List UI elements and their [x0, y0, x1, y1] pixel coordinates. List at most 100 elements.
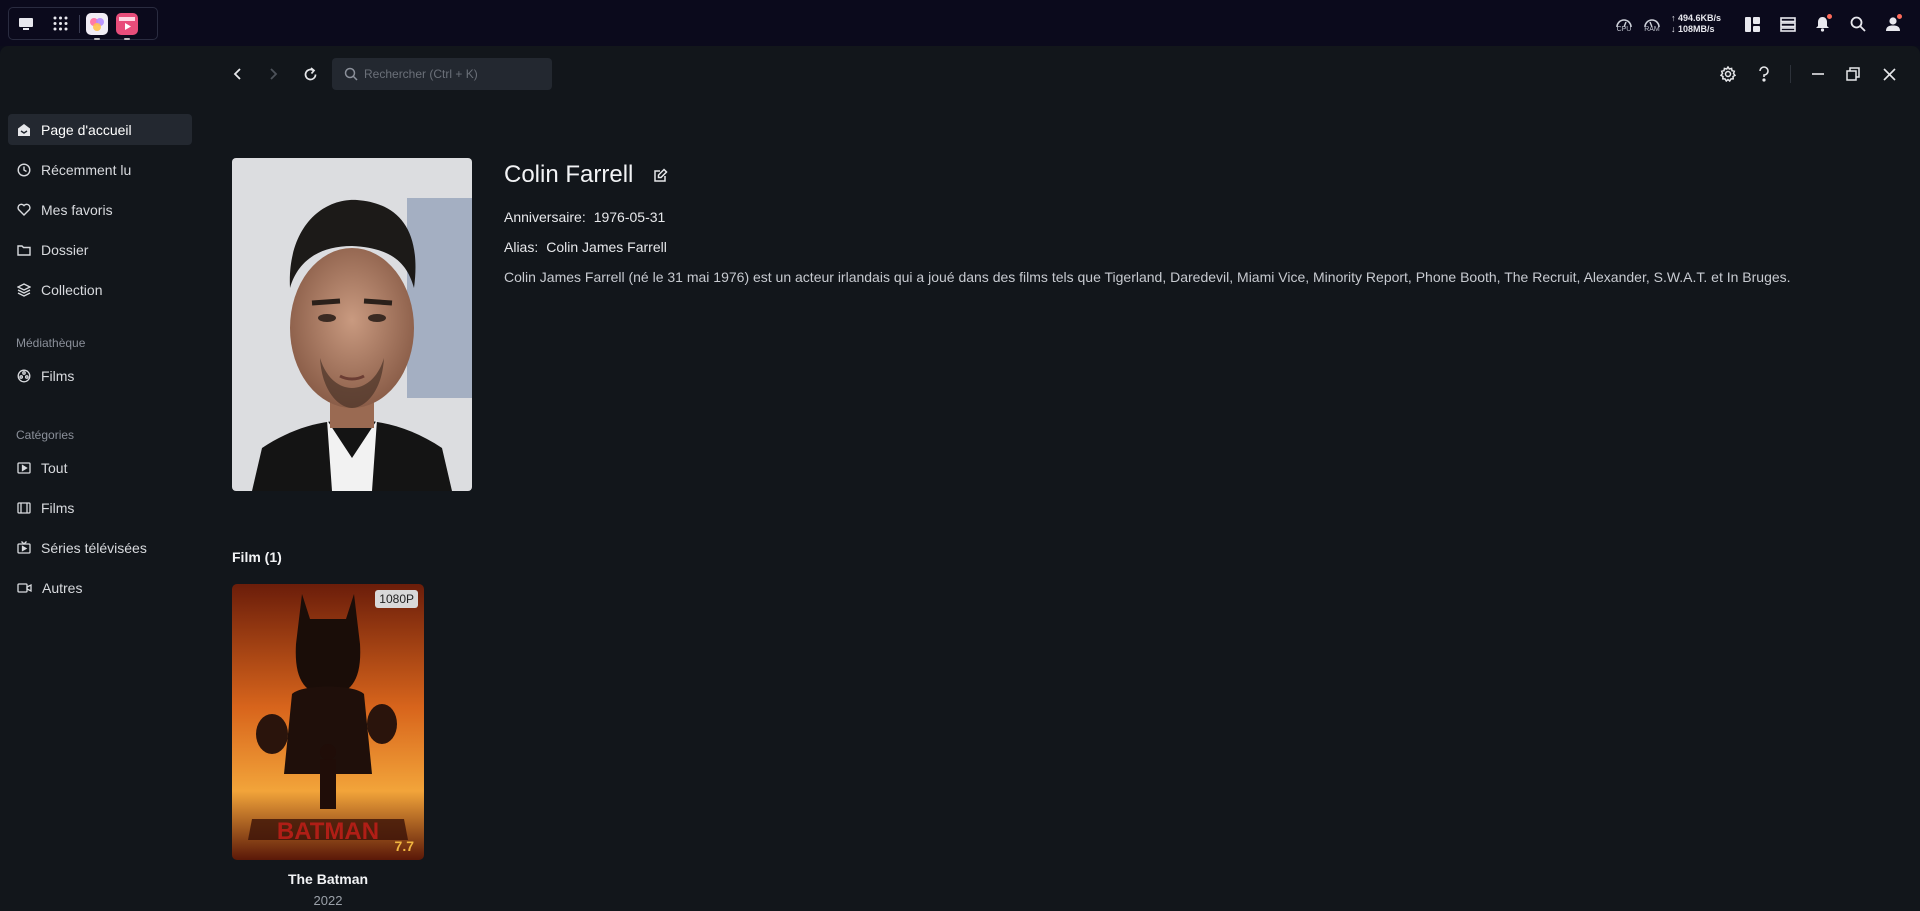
search-input[interactable] — [364, 67, 544, 81]
help-button[interactable] — [1751, 61, 1777, 87]
close-button[interactable] — [1876, 61, 1902, 87]
video-app-icon[interactable] — [116, 12, 138, 40]
sidebar-item-label: Films — [41, 499, 75, 516]
forward-button[interactable] — [260, 61, 286, 87]
film-strip-icon — [17, 501, 31, 514]
sidebar-item-label: Films — [41, 367, 75, 384]
edit-person-button[interactable] — [650, 165, 670, 185]
ram-meter[interactable]: RAM — [1639, 16, 1665, 33]
sidebar-item-others[interactable]: Autres — [8, 572, 192, 603]
tv-icon — [17, 541, 31, 554]
sidebar-item-label: Récemment lu — [41, 161, 132, 178]
birthday-value: 1976-05-31 — [593, 209, 666, 225]
app-toolbar — [0, 46, 1920, 102]
sliders-icon — [1779, 16, 1796, 32]
sidebar-item-recently-read[interactable]: Récemment lu — [8, 154, 192, 185]
toolbar-divider — [1790, 65, 1791, 83]
minimize-button[interactable] — [1805, 61, 1831, 87]
chevron-left-icon — [233, 68, 241, 80]
taskbar-launcher — [8, 7, 158, 40]
sidebar-item-favorites[interactable]: Mes favoris — [8, 194, 192, 225]
running-indicator — [94, 37, 100, 40]
sidebar-item-label: Tout — [41, 459, 68, 476]
ram-label: RAM — [1644, 25, 1660, 33]
notification-badge — [1826, 13, 1833, 20]
birthday-label: Anniversaire: — [504, 209, 586, 225]
widgets-button[interactable] — [1735, 9, 1770, 39]
global-search-button[interactable] — [1840, 9, 1875, 39]
network-speed[interactable]: ↑ 494.6KB/s ↓ 108MB/s — [1671, 13, 1721, 35]
question-icon — [1759, 66, 1769, 82]
close-icon — [1882, 67, 1896, 81]
refresh-button[interactable] — [297, 61, 323, 87]
back-button[interactable] — [225, 61, 251, 87]
sidebar-item-label: Collection — [41, 281, 103, 298]
sidebar-item-all[interactable]: Tout — [8, 452, 192, 483]
movie-year: 2022 — [313, 893, 343, 908]
section-header-categories: Catégories — [16, 428, 75, 442]
cpu-label: CPU — [1616, 25, 1632, 33]
running-indicator — [124, 37, 130, 40]
alias-row: Alias: Colin James Farrell — [504, 239, 667, 255]
person-biography: Colin James Farrell (né le 31 mai 1976) … — [504, 269, 1791, 285]
system-tray: CPU RAM ↑ 494.6KB/s ↓ 108MB/s — [1611, 9, 1910, 39]
resolution-badge: 1080P — [375, 590, 418, 608]
edit-icon — [653, 167, 668, 182]
rating-value: 7.7 — [394, 838, 414, 854]
media-app-window: Page d'accueil Récemment lu Mes favoris … — [0, 46, 1920, 911]
restore-icon — [1846, 67, 1860, 81]
person-portrait — [232, 158, 472, 491]
heart-icon — [17, 203, 31, 216]
alias-label: Alias: — [504, 239, 539, 255]
folder-icon — [17, 244, 31, 256]
app-grid-icon[interactable] — [43, 7, 77, 40]
sidebar-item-tv-series[interactable]: Séries télévisées — [8, 532, 192, 563]
gear-icon — [1720, 66, 1736, 82]
sidebar-item-label: Mes favoris — [41, 201, 113, 218]
minimize-icon — [1812, 73, 1824, 75]
sidebar-item-label: Page d'accueil — [41, 121, 132, 138]
video-icon — [17, 582, 32, 593]
alias-value: Colin James Farrell — [546, 239, 667, 255]
tasks-button[interactable] — [1770, 9, 1805, 39]
user-account-button[interactable] — [1875, 9, 1910, 39]
movie-poster[interactable]: BATMAN 1080P 7.7 — [232, 584, 424, 860]
poster-title-text: BATMAN — [277, 818, 379, 845]
search-icon — [1850, 16, 1866, 32]
sidebar-item-label: Autres — [42, 579, 83, 596]
sidebar-item-label: Dossier — [41, 241, 89, 258]
movie-title: The Batman — [287, 871, 369, 887]
sidebar-item-library-films[interactable]: Films — [8, 360, 192, 391]
filmography-heading: Film (1) — [232, 549, 282, 565]
sidebar-item-movies[interactable]: Films — [8, 492, 192, 523]
sidebar: Page d'accueil Récemment lu Mes favoris … — [0, 102, 200, 902]
download-speed: ↓ 108MB/s — [1670, 24, 1715, 34]
account-badge — [1896, 13, 1903, 20]
system-taskbar: CPU RAM ↑ 494.6KB/s ↓ 108MB/s — [0, 0, 1920, 46]
photos-app-icon[interactable] — [86, 12, 108, 40]
upload-speed: ↑ 494.6KB/s — [1670, 13, 1721, 23]
taskbar-divider — [79, 14, 80, 33]
sidebar-item-folder[interactable]: Dossier — [8, 234, 192, 265]
sidebar-item-label: Séries télévisées — [41, 539, 147, 556]
sidebar-item-collection[interactable]: Collection — [8, 274, 192, 305]
film-reel-icon — [17, 369, 31, 382]
notifications-button[interactable] — [1805, 9, 1840, 39]
settings-button[interactable] — [1715, 61, 1741, 87]
refresh-icon — [304, 66, 316, 80]
chevron-right-icon — [270, 68, 278, 80]
desktop-icon[interactable] — [9, 7, 43, 40]
person-name: Colin Farrell — [504, 161, 634, 188]
search-box[interactable] — [332, 58, 552, 90]
movie-card[interactable]: BATMAN 1080P 7.7 The Batman 2022 — [232, 584, 424, 908]
play-square-icon — [17, 461, 31, 474]
clock-icon — [17, 162, 31, 177]
home-icon — [18, 123, 30, 136]
restore-button[interactable] — [1840, 61, 1866, 87]
search-icon — [344, 67, 358, 81]
sidebar-item-home[interactable]: Page d'accueil — [8, 114, 192, 145]
layers-icon — [17, 282, 31, 297]
dashboard-icon — [1745, 16, 1760, 32]
cpu-meter[interactable]: CPU — [1611, 16, 1637, 33]
section-header-library: Médiathèque — [16, 336, 86, 350]
